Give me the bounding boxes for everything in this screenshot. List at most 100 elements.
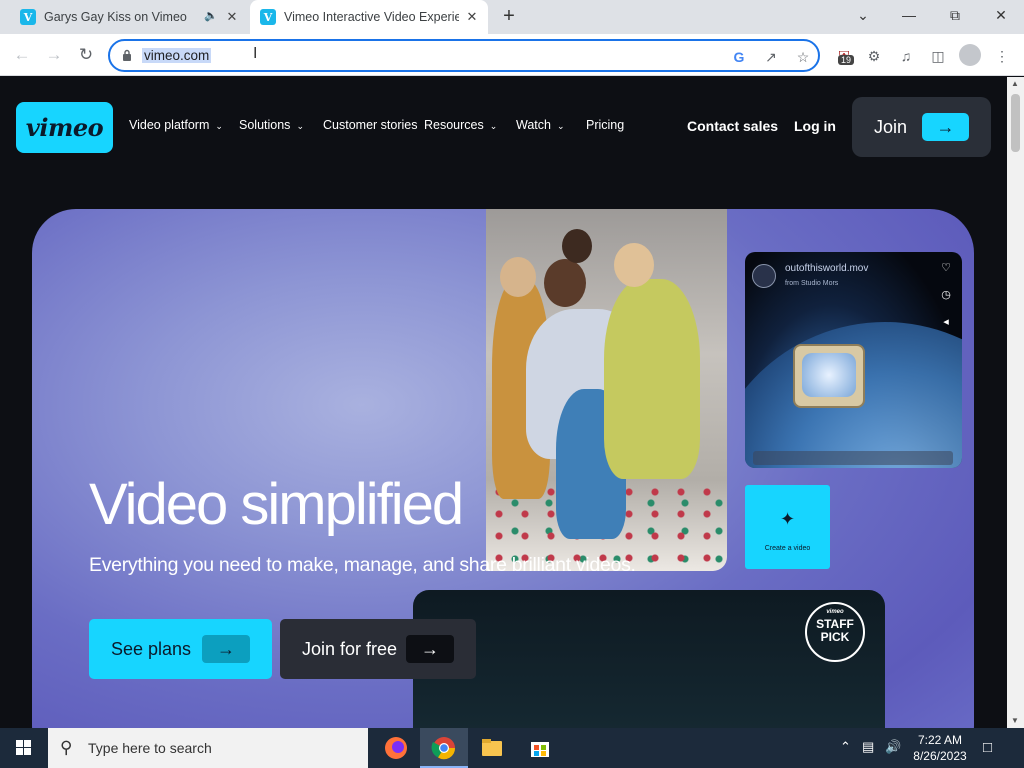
bookmark-star-icon[interactable]: ☆ — [793, 47, 813, 67]
hero-subheadline: Everything you need to make, manage, and… — [89, 554, 636, 576]
nav-solutions[interactable]: Solutions ⌄ — [239, 118, 304, 132]
menu-kebab-icon[interactable]: ⋮ — [992, 46, 1012, 66]
share-icon[interactable]: ↗ — [761, 47, 781, 67]
staff-pick-badge: vimeo STAFF PICK — [805, 602, 865, 662]
folder-icon — [482, 739, 502, 756]
tab-garys-gay-kiss[interactable]: V Garys Gay Kiss on Vimeo 🔈 ✕ — [12, 0, 248, 34]
arrow-right-icon: → — [406, 635, 454, 663]
nav-customer-stories[interactable]: Customer stories — [323, 118, 417, 132]
taskbar-search[interactable]: ⚲ Type here to search — [48, 728, 368, 768]
vimeo-favicon-icon: V — [20, 9, 36, 25]
nav-label: Customer stories — [323, 118, 418, 132]
tab-title: Garys Gay Kiss on Vimeo — [44, 10, 187, 24]
browser-toolbar: ← → ↻ vimeo.com I G ↗ ☆ ⛨ 19 ⚙ ♫ ◫ ⋮ — [0, 34, 1024, 76]
url-text[interactable]: vimeo.com — [142, 48, 212, 63]
windows-start-button[interactable] — [0, 728, 48, 768]
join-for-free-label: Join for free — [302, 639, 398, 659]
join-for-free-button[interactable]: Join for free → — [280, 619, 476, 679]
clock-date: 8/26/2023 — [913, 749, 967, 763]
store-taskbar-icon[interactable] — [516, 728, 564, 768]
dancer-figure — [604, 279, 700, 479]
show-hidden-icons-chevron-icon[interactable]: ⌃ — [840, 739, 851, 755]
see-plans-label: See plans — [111, 639, 192, 659]
system-clock[interactable]: 7:22 AM 8/26/2023 — [905, 732, 975, 764]
scrollbar-thumb[interactable] — [1011, 94, 1020, 152]
chrome-taskbar-icon[interactable] — [420, 728, 468, 768]
nav-watch[interactable]: Watch ⌄ — [516, 118, 565, 132]
create-video-card[interactable]: ✦ Create a video — [745, 485, 830, 569]
nav-label: Watch — [516, 118, 551, 132]
heart-icon[interactable]: ♡ — [939, 261, 953, 275]
video-player-card[interactable]: outofthisworld.mov from Studio Mors ♡ ◷ … — [745, 252, 962, 468]
notifications-icon[interactable]: □ — [983, 739, 992, 756]
reload-icon[interactable]: ↻ — [74, 43, 98, 67]
dancer-head — [614, 243, 654, 287]
text-cursor-icon: I — [253, 45, 258, 62]
media-control-icon[interactable]: ♫ — [896, 46, 916, 66]
vimeo-page: vimeo Video platform ⌄ Solutions ⌄ Custome… — [0, 77, 1007, 728]
file-explorer-taskbar-icon[interactable] — [468, 728, 516, 768]
log-in-link[interactable]: Log in — [794, 118, 836, 134]
contact-sales-link[interactable]: Contact sales — [687, 118, 778, 134]
nav-label: Video platform — [129, 118, 210, 132]
tab-title: Vimeo Interactive Video Experien — [284, 10, 459, 24]
player-control-bar[interactable] — [753, 451, 953, 465]
forward-arrow-icon[interactable]: → — [42, 43, 66, 67]
join-button[interactable]: Join → — [852, 97, 991, 157]
close-window-icon[interactable]: ✕ — [978, 0, 1024, 30]
chrome-icon — [431, 737, 456, 760]
firefox-icon — [385, 737, 407, 759]
dancer-head — [500, 257, 536, 297]
clock-time: 7:22 AM — [917, 733, 963, 747]
chevron-down-icon: ⌄ — [215, 121, 223, 131]
see-plans-button[interactable]: See plans → — [89, 619, 272, 679]
clock-icon[interactable]: ◷ — [939, 288, 953, 302]
store-bag-icon — [531, 742, 549, 757]
search-placeholder: Type here to search — [88, 740, 212, 756]
scroll-down-arrow-icon[interactable]: ▼ — [1011, 716, 1019, 725]
chevron-down-icon: ⌄ — [296, 121, 304, 131]
new-tab-plus-icon[interactable]: + — [498, 6, 520, 28]
create-video-label: Create a video — [764, 545, 811, 552]
google-lens-icon[interactable]: G — [729, 47, 749, 67]
nav-label: Pricing — [586, 118, 625, 132]
staff-pick-video-card[interactable]: vimeo STAFF PICK — [413, 590, 885, 728]
speaker-icon[interactable]: 🔈 — [204, 9, 218, 22]
extensions-puzzle-icon[interactable]: ⚙ — [864, 46, 884, 66]
profile-avatar[interactable] — [959, 44, 981, 66]
staff-pick-line1: STAFF — [816, 617, 854, 631]
lock-icon — [123, 49, 131, 61]
vimeo-favicon-icon: V — [260, 9, 276, 25]
video-creator: from Studio Mors — [785, 280, 839, 287]
volume-icon[interactable]: 🔊 — [885, 739, 901, 755]
side-panel-icon[interactable]: ◫ — [928, 46, 948, 66]
scroll-up-arrow-icon[interactable]: ▲ — [1011, 79, 1019, 88]
send-icon[interactable]: ◂ — [939, 315, 953, 329]
close-tab-icon[interactable]: ✕ — [464, 9, 480, 25]
page-scrollbar[interactable]: ▲ ▼ — [1007, 77, 1024, 728]
windows-logo-icon — [16, 740, 31, 755]
dancers-photo — [486, 209, 727, 571]
network-icon[interactable]: ▤ — [862, 739, 874, 755]
address-bar[interactable]: vimeo.com I G ↗ ☆ — [108, 39, 820, 72]
nav-pricing[interactable]: Pricing — [586, 118, 624, 132]
firefox-taskbar-icon[interactable] — [372, 728, 420, 768]
nav-label: Resources — [424, 118, 484, 132]
chevron-down-icon: ⌄ — [556, 121, 565, 131]
video-file-name: outofthisworld.mov — [785, 263, 869, 274]
join-label: Join — [874, 117, 908, 137]
minimize-icon[interactable]: — — [886, 0, 932, 30]
back-arrow-icon[interactable]: ← — [10, 43, 34, 67]
nav-resources[interactable]: Resources ⌄ — [424, 118, 497, 132]
maximize-icon[interactable]: ⧉ — [932, 0, 978, 30]
tab-vimeo-interactive[interactable]: V Vimeo Interactive Video Experien ✕ — [250, 0, 488, 34]
search-icon: ⚲ — [60, 738, 73, 757]
nav-video-platform[interactable]: Video platform ⌄ — [129, 118, 223, 132]
tab-search-chevron-icon[interactable]: ⌄ — [840, 0, 886, 30]
nav-label: Solutions — [239, 118, 291, 132]
hero-headline: Video simplified — [89, 472, 464, 537]
arrow-right-icon: → — [202, 635, 250, 663]
vimeo-logo[interactable]: vimeo — [16, 102, 113, 153]
close-tab-icon[interactable]: ✕ — [224, 9, 240, 25]
extension-badge: 19 — [838, 55, 855, 65]
